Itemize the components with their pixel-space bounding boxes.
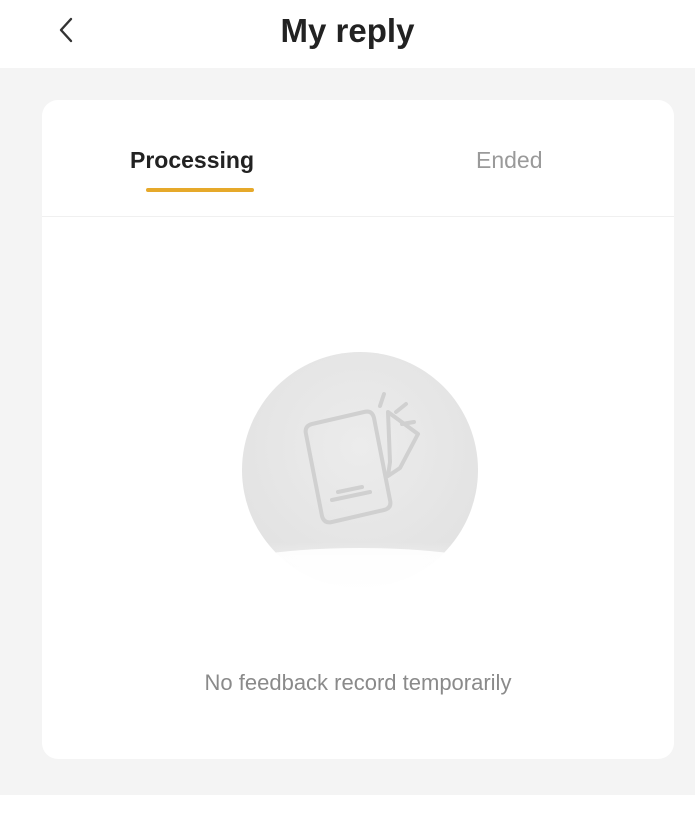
page-title: My reply (280, 12, 415, 49)
reply-card: Processing Ended No feedback record temp… (42, 100, 674, 759)
top-bar: My reply (0, 0, 695, 68)
tab-ended[interactable]: Ended (476, 144, 543, 184)
bottom-strip (0, 795, 695, 823)
empty-state-message: No feedback record temporarily (204, 670, 512, 695)
content-area: Processing Ended No feedback record temp… (0, 68, 695, 795)
active-tab-indicator (146, 188, 254, 192)
tab-bar: Processing Ended (42, 100, 674, 217)
empty-state-illustration (210, 352, 512, 600)
tab-processing[interactable]: Processing (130, 144, 254, 184)
